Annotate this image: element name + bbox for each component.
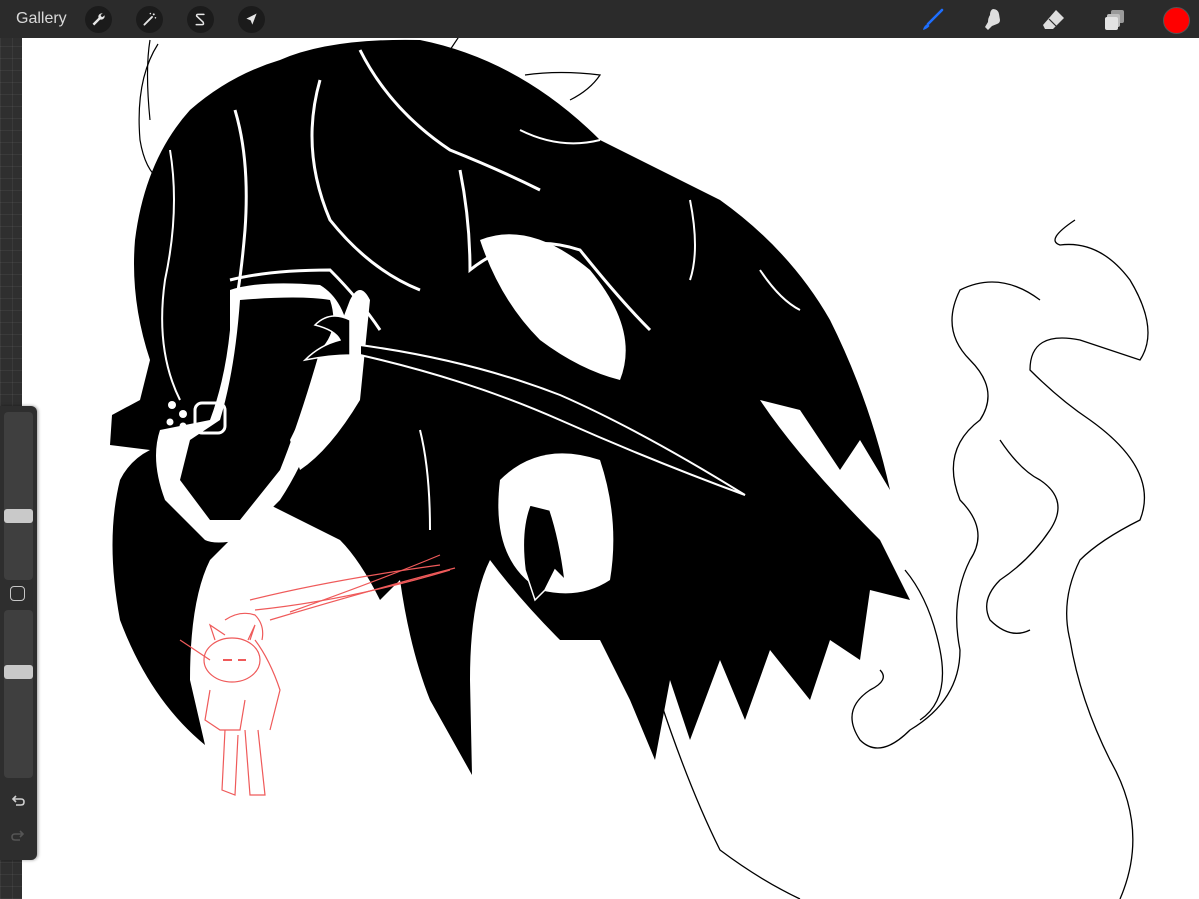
eraser-icon — [1043, 10, 1064, 29]
color-picker-button[interactable] — [1163, 7, 1190, 34]
drawing-canvas[interactable] — [22, 38, 1199, 899]
undo-button[interactable] — [8, 791, 28, 811]
layers-button[interactable] — [1100, 5, 1130, 35]
selection-s-icon — [195, 13, 205, 26]
selection-button[interactable] — [187, 6, 214, 33]
gallery-button[interactable]: Gallery — [16, 10, 67, 28]
undo-icon — [11, 795, 25, 806]
wrench-icon — [92, 13, 105, 26]
layers-icon — [1105, 10, 1124, 30]
redo-icon — [11, 830, 25, 841]
smudge-button[interactable] — [978, 5, 1008, 35]
transform-arrow-icon — [246, 13, 257, 25]
sidebar — [0, 406, 37, 860]
brush-button[interactable] — [918, 5, 948, 35]
transform-button[interactable] — [238, 6, 265, 33]
magic-wand-icon — [143, 12, 157, 26]
modify-button[interactable] — [10, 586, 25, 601]
opacity-thumb[interactable] — [4, 665, 33, 679]
redo-button[interactable] — [8, 826, 28, 846]
smudge-icon — [985, 9, 1000, 30]
brush-size-slider[interactable] — [4, 412, 33, 580]
brush-size-thumb[interactable] — [4, 509, 33, 523]
top-toolbar: Gallery — [0, 0, 1199, 38]
brush-icon — [923, 8, 944, 30]
opacity-slider[interactable] — [4, 610, 33, 778]
actions-button[interactable] — [85, 6, 112, 33]
adjustments-button[interactable] — [136, 6, 163, 33]
eraser-button[interactable] — [1039, 5, 1069, 35]
